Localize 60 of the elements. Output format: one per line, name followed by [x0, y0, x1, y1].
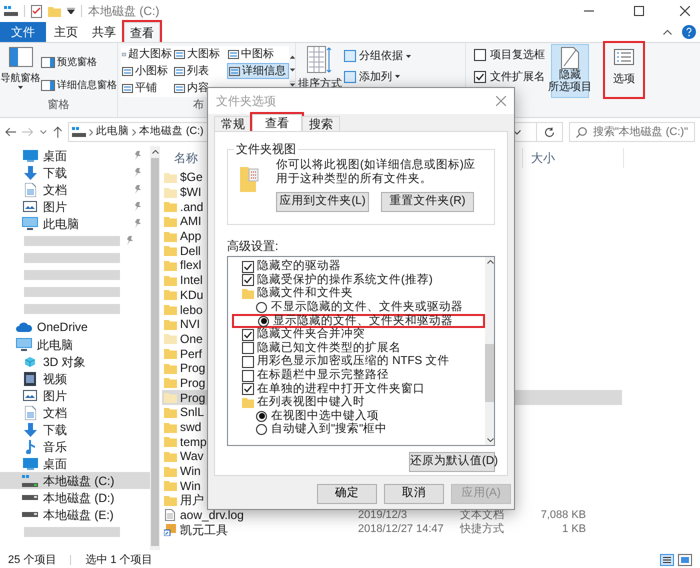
- file-name: Prog: [179, 374, 206, 392]
- file-name: Wav: [179, 448, 204, 466]
- group-title: 文件夹视图: [234, 142, 298, 156]
- dialog-title: 文件夹选项: [216, 93, 276, 110]
- file-name: aow_drv.log: [179, 507, 245, 524]
- group-label: 布: [193, 98, 204, 113]
- file-name: $WI: [179, 184, 202, 202]
- file-name: One: [179, 330, 203, 348]
- file-name: 用户: [179, 492, 204, 510]
- folder-view-description: 你可以将此视图(如详细信息或图标)应用于这种类型的所有文件夹。: [276, 158, 477, 186]
- file-name: lebo: [179, 302, 203, 319]
- item-count: 25 个项目: [8, 552, 56, 568]
- file-date: 2018/12/27 14:47: [358, 523, 445, 536]
- file-name: Win: [179, 463, 201, 480]
- nav-label: 文档: [43, 182, 67, 198]
- nav-label: 图片: [43, 198, 67, 216]
- group-label: 窗格: [48, 98, 70, 112]
- file-name: AMI: [179, 213, 202, 230]
- file-name: App: [179, 228, 202, 246]
- nav-label: 此电脑: [37, 336, 73, 354]
- file-name: NVI: [179, 316, 200, 334]
- file-name: SnlL: [179, 404, 204, 422]
- file-name: KDu: [179, 286, 204, 304]
- file-name: temp: [179, 434, 207, 451]
- nav-label: 文档: [43, 404, 67, 422]
- nav-label: 桌面: [43, 456, 67, 472]
- nav-label: 3D 对象: [43, 354, 86, 370]
- file-size: 7,088 KB: [540, 508, 586, 522]
- file-name: swd: [179, 419, 202, 436]
- file-size: 1 KB: [561, 523, 586, 536]
- nav-label: 桌面: [43, 148, 67, 164]
- nav-label: OneDrive: [37, 318, 88, 336]
- file-name: flexl: [179, 257, 202, 274]
- nav-label: 下载: [43, 164, 67, 182]
- checkbox-label: 文件扩展名: [490, 70, 545, 84]
- file-name: 凯元工具: [179, 522, 229, 539]
- file-name: Prog: [179, 390, 206, 407]
- file-name: Perf: [179, 346, 202, 363]
- file-name: Intel: [179, 272, 203, 290]
- file-name: Dell: [179, 242, 201, 260]
- checkbox-label: 项目复选框: [490, 48, 545, 63]
- nav-label: 视频: [43, 370, 67, 388]
- nav-label: 图片: [43, 388, 67, 404]
- file-name: $Ge: [179, 169, 203, 186]
- nav-label: 下载: [43, 422, 67, 438]
- file-name: .and: [179, 198, 204, 216]
- file-date: 2019/12/3: [358, 508, 408, 522]
- file-type: 快捷方式: [460, 523, 505, 536]
- nav-label: 本地磁盘 (C:): [43, 472, 114, 490]
- advanced-settings-label: 高级设置:: [227, 239, 280, 253]
- nav-label: 此电脑: [43, 216, 79, 232]
- nav-label: 本地磁盘 (E:): [43, 506, 114, 524]
- setting-group-label: 隐藏文件和文件夹: [257, 286, 353, 300]
- nav-label: 音乐: [43, 438, 67, 456]
- file-name: Win: [179, 478, 201, 494]
- window-title: 本地磁盘 (C:): [88, 3, 160, 20]
- nav-label: 本地磁盘 (D:): [43, 490, 114, 506]
- setting-group-label: 在列表视图中键入时: [257, 394, 365, 410]
- file-name: Prog: [179, 360, 206, 378]
- selection-count: 选中 1 个项目: [85, 552, 153, 568]
